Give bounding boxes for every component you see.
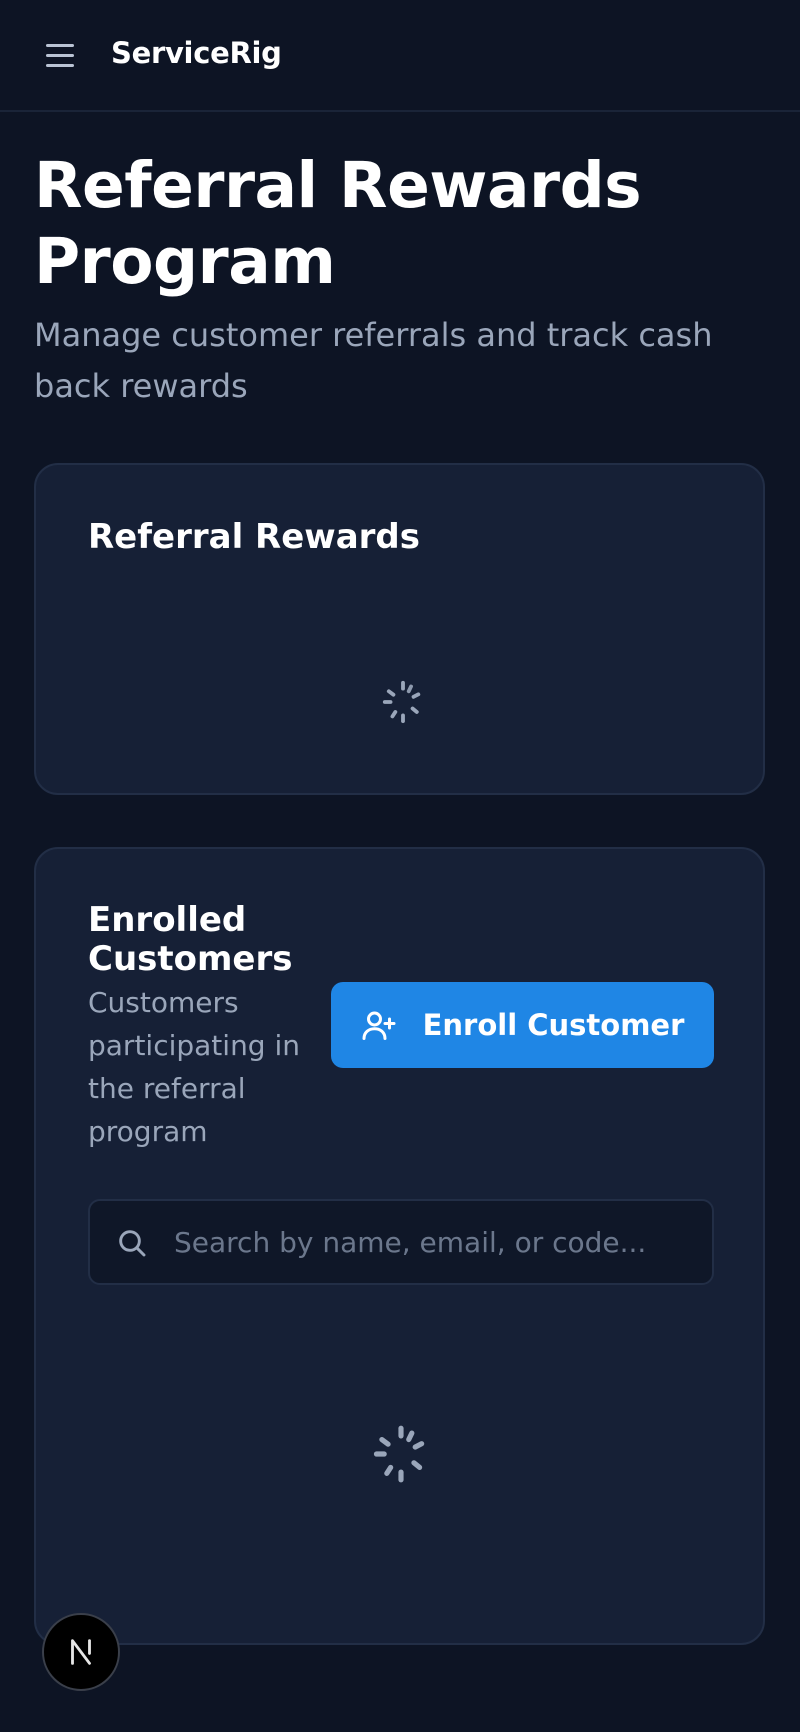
search-field[interactable]	[88, 1199, 714, 1285]
enrolled-customers-title: Enrolled Customers	[88, 900, 293, 979]
enrolled-customers-card: Enrolled Customers Customers participati…	[34, 847, 765, 1645]
page-title: Referral Rewards Program	[34, 149, 642, 298]
search-input[interactable]	[174, 1201, 704, 1283]
enroll-customer-label: Enroll Customer	[422, 1008, 685, 1042]
nextjs-logo-icon	[71, 1639, 91, 1665]
referral-rewards-title: Referral Rewards	[88, 517, 420, 557]
page-subtitle: Manage customer referrals and track cash…	[34, 316, 713, 405]
enrolled-customers-description: Customers participating in the referral …	[88, 986, 301, 1148]
referral-rewards-card: Referral Rewards	[34, 463, 765, 795]
enroll-customer-button[interactable]: Enroll Customer	[331, 982, 714, 1068]
nextjs-dev-tools-button[interactable]	[42, 1613, 120, 1691]
user-plus-icon	[362, 1011, 396, 1040]
hamburger-menu-icon[interactable]	[46, 40, 80, 70]
top-app-bar: ServiceRig	[0, 0, 800, 112]
spinner-icon	[373, 1425, 425, 1483]
spinner-icon	[382, 680, 421, 724]
brand-name[interactable]: ServiceRig	[111, 36, 282, 70]
search-icon	[119, 1230, 146, 1257]
